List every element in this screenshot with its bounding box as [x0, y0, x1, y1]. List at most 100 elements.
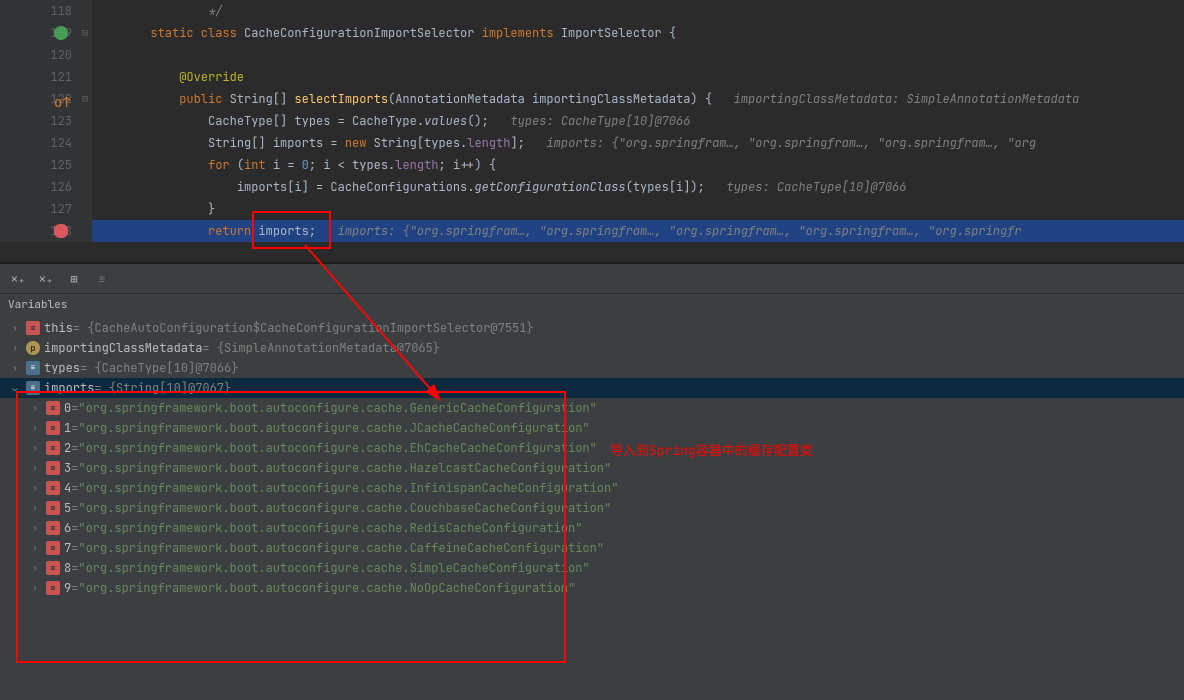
code-content[interactable]: @Override: [92, 66, 1184, 88]
array-index-icon: ≡: [46, 401, 60, 415]
array-item-row[interactable]: ›≡9 = "org.springframework.boot.autoconf…: [0, 578, 1184, 598]
code-line[interactable]: 128 return imports; imports: {"org.sprin…: [0, 220, 1184, 242]
array-index-icon: ≡: [46, 521, 60, 535]
array-index: 0: [64, 400, 71, 416]
fold-icon[interactable]: ⊟: [82, 88, 88, 110]
expand-icon[interactable]: ⌄: [8, 382, 22, 394]
code-line[interactable]: 127 }: [0, 198, 1184, 220]
variable-type-icon: p: [26, 341, 40, 355]
code-line[interactable]: 122o↑⊟ public String[] selectImports(Ann…: [0, 88, 1184, 110]
array-index: 2: [64, 440, 71, 456]
code-editor[interactable]: 118 */119⊟ static class CacheConfigurati…: [0, 0, 1184, 262]
array-value: "org.springframework.boot.autoconfigure.…: [78, 440, 596, 456]
expand-icon[interactable]: ›: [28, 542, 42, 554]
expand-icon[interactable]: ›: [28, 502, 42, 514]
array-value: "org.springframework.boot.autoconfigure.…: [78, 520, 582, 536]
variable-row[interactable]: › p importingClassMetadata = {SimpleAnnota…: [0, 338, 1184, 358]
override-icon[interactable]: [54, 26, 68, 40]
array-item-row[interactable]: ›≡8 = "org.springframework.boot.autoconf…: [0, 558, 1184, 578]
gutter[interactable]: 123: [0, 110, 92, 132]
gutter[interactable]: 119⊟: [0, 22, 92, 44]
expand-icon[interactable]: ›: [28, 582, 42, 594]
gutter[interactable]: 124: [0, 132, 92, 154]
debug-panel: ✕₊ ✕₊ ⊞ ≡ Variables › ≡ this = {CacheAutoC…: [0, 264, 1184, 700]
array-item-row[interactable]: ›≡6 = "org.springframework.boot.autoconf…: [0, 518, 1184, 538]
gutter[interactable]: 126: [0, 176, 92, 198]
chinese-annotation: 导入到Spring容器中的缓存配置类: [610, 440, 813, 459]
code-content[interactable]: [92, 44, 1184, 66]
gutter[interactable]: 120: [0, 44, 92, 66]
array-value: "org.springframework.boot.autoconfigure.…: [78, 460, 611, 476]
code-content[interactable]: static class CacheConfigurationImportSel…: [92, 22, 1184, 44]
expand-icon[interactable]: ›: [8, 322, 22, 334]
expand-icon[interactable]: ›: [28, 462, 42, 474]
code-line[interactable]: 118 */: [0, 0, 1184, 22]
gutter[interactable]: 118: [0, 0, 92, 22]
array-value: "org.springframework.boot.autoconfigure.…: [78, 480, 618, 496]
array-index-icon: ≡: [46, 541, 60, 555]
gutter[interactable]: 122o↑⊟: [0, 88, 92, 110]
array-value: "org.springframework.boot.autoconfigure.…: [78, 500, 611, 516]
debug-toolbar: ✕₊ ✕₊ ⊞ ≡: [0, 264, 1184, 294]
array-item-row[interactable]: ›≡2 = "org.springframework.boot.autoconf…: [0, 438, 1184, 458]
array-index-icon: ≡: [46, 501, 60, 515]
breakpoint-icon[interactable]: [54, 224, 68, 238]
expand-icon[interactable]: ›: [28, 422, 42, 434]
array-item-row[interactable]: ›≡5 = "org.springframework.boot.autoconf…: [0, 498, 1184, 518]
expand-icon[interactable]: ›: [28, 522, 42, 534]
new-watch-icon[interactable]: ✕₊: [38, 271, 54, 287]
code-line[interactable]: 124 String[] imports = new String[types.…: [0, 132, 1184, 154]
code-content[interactable]: public String[] selectImports(Annotation…: [92, 88, 1184, 110]
array-item-row[interactable]: ›≡1 = "org.springframework.boot.autoconf…: [0, 418, 1184, 438]
fold-icon[interactable]: ⊟: [82, 22, 88, 44]
code-content[interactable]: String[] imports = new String[types.leng…: [92, 132, 1184, 154]
variable-value: = {String[10]@7067}: [94, 380, 231, 396]
code-content[interactable]: imports[i] = CacheConfigurations.getConf…: [92, 176, 1184, 198]
code-line[interactable]: 123 CacheType[] types = CacheType.values…: [0, 110, 1184, 132]
variable-name: this: [44, 320, 73, 336]
code-line[interactable]: 126 imports[i] = CacheConfigurations.get…: [0, 176, 1184, 198]
expand-icon[interactable]: ›: [28, 442, 42, 454]
code-line[interactable]: 125 for (int i = 0; i < types.length; i+…: [0, 154, 1184, 176]
array-item-row[interactable]: ›≡3 = "org.springframework.boot.autoconf…: [0, 458, 1184, 478]
gutter[interactable]: 125: [0, 154, 92, 176]
variable-value: = {CacheType[10]@7066}: [80, 360, 238, 376]
expand-icon[interactable]: ›: [28, 482, 42, 494]
array-index-icon: ≡: [46, 421, 60, 435]
variable-row[interactable]: ›≡this = {CacheAutoConfiguration$CacheCo…: [0, 318, 1184, 338]
implement-icon[interactable]: o↑: [54, 92, 68, 106]
expand-icon[interactable]: ›: [8, 342, 22, 354]
code-line[interactable]: 120: [0, 44, 1184, 66]
variable-type-icon: ≡: [26, 381, 40, 395]
filter-icon[interactable]: ≡: [94, 271, 110, 287]
code-content[interactable]: CacheType[] types = CacheType.values(); …: [92, 110, 1184, 132]
code-content[interactable]: */: [92, 0, 1184, 22]
add-watch-icon[interactable]: ✕₊: [10, 271, 26, 287]
code-line[interactable]: 121 @Override: [0, 66, 1184, 88]
gutter[interactable]: 121: [0, 66, 92, 88]
variable-name: types: [44, 360, 80, 376]
variables-tree[interactable]: › ≡ this = {CacheAutoConfiguration$CacheCo…: [0, 316, 1184, 600]
array-index-icon: ≡: [46, 441, 60, 455]
code-content[interactable]: return imports; imports: {"org.springfra…: [92, 220, 1184, 242]
calculator-icon[interactable]: ⊞: [66, 271, 82, 287]
array-item-row[interactable]: ›≡0 = "org.springframework.boot.autoconf…: [0, 398, 1184, 418]
array-index-icon: ≡: [46, 561, 60, 575]
variable-value: = {CacheAutoConfiguration$CacheConfigura…: [73, 320, 534, 336]
expand-icon[interactable]: ›: [8, 362, 22, 374]
code-content[interactable]: for (int i = 0; i < types.length; i++) {: [92, 154, 1184, 176]
gutter[interactable]: 127: [0, 198, 92, 220]
array-item-row[interactable]: ›≡4 = "org.springframework.boot.autoconf…: [0, 478, 1184, 498]
expand-icon[interactable]: ›: [28, 562, 42, 574]
array-index-icon: ≡: [46, 461, 60, 475]
code-content[interactable]: }: [92, 198, 1184, 220]
variable-row[interactable]: ›≡types = {CacheType[10]@7066}: [0, 358, 1184, 378]
variable-name: importingClassMetadata: [44, 340, 202, 356]
expand-icon[interactable]: ›: [28, 402, 42, 414]
variable-row[interactable]: ⌄≡imports = {String[10]@7067}: [0, 378, 1184, 398]
variable-value: = {SimpleAnnotationMetadata@7065}: [202, 340, 440, 356]
gutter[interactable]: 128: [0, 220, 92, 242]
code-line[interactable]: 119⊟ static class CacheConfigurationImpo…: [0, 22, 1184, 44]
variables-header: Variables: [0, 294, 1184, 316]
array-item-row[interactable]: ›≡7 = "org.springframework.boot.autoconf…: [0, 538, 1184, 558]
